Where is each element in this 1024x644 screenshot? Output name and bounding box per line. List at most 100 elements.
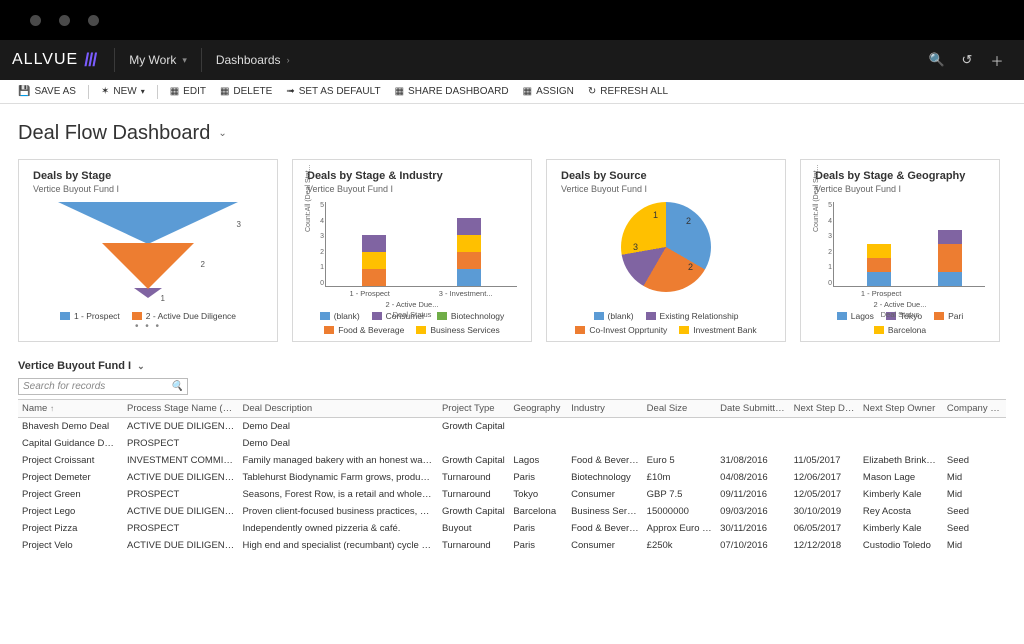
- col-stage[interactable]: Process Stage Name (St...: [123, 400, 238, 418]
- col-cstage[interactable]: Company Sta...: [943, 400, 1006, 418]
- delete-button[interactable]: ▦DELETE: [214, 84, 278, 99]
- table-row[interactable]: Project VeloACTIVE DUE DILIGENCEHigh end…: [18, 537, 1006, 554]
- cell-owner[interactable]: Kimberly Kale: [859, 486, 943, 503]
- cell-geo[interactable]: Paris: [509, 537, 567, 554]
- cell-geo[interactable]: Tokyo: [509, 486, 567, 503]
- traffic-close[interactable]: [30, 15, 41, 26]
- cell-name[interactable]: Bhavesh Demo Deal: [18, 418, 123, 436]
- cell-geo: [509, 435, 567, 452]
- nav-my-work[interactable]: My Work ▾: [119, 53, 197, 67]
- bar: [457, 218, 481, 286]
- bar-chart: Count:All (Deal Stat... 543210: [307, 202, 517, 307]
- pie-data-label: 2: [688, 262, 693, 272]
- edit-icon: ▦: [170, 86, 179, 97]
- cell-ptype: Growth Capital: [438, 503, 509, 520]
- col-ptype[interactable]: Project Type: [438, 400, 509, 418]
- refresh-label: REFRESH ALL: [600, 86, 668, 97]
- cell-name[interactable]: Project Velo: [18, 537, 123, 554]
- save-as-button[interactable]: 💾SAVE AS: [12, 84, 82, 99]
- edit-button[interactable]: ▦EDIT: [164, 84, 212, 99]
- search-icon: 🔍: [171, 381, 183, 392]
- refresh-button[interactable]: ↻REFRESH ALL: [582, 84, 674, 99]
- col-desc[interactable]: Deal Description: [238, 400, 437, 418]
- new-button[interactable]: ✶NEW▾: [95, 84, 151, 99]
- cell-ptype: Growth Capital: [438, 452, 509, 469]
- col-date[interactable]: Date Submitted...: [716, 400, 789, 418]
- cell-name[interactable]: Project Croissant: [18, 452, 123, 469]
- cell-name[interactable]: Project Green: [18, 486, 123, 503]
- sort-asc-icon: ↑: [50, 404, 54, 413]
- search-input[interactable]: Search for records 🔍: [18, 378, 188, 395]
- y-axis-label: Count:All (Deal Stat...: [305, 165, 312, 232]
- chevron-down-icon: ⌄: [137, 361, 145, 372]
- col-name[interactable]: Name ↑: [18, 400, 123, 418]
- search-icon[interactable]: 🔍: [922, 52, 952, 68]
- nav-dashboards[interactable]: Dashboards ›: [206, 53, 300, 67]
- bar-chart: Count:All (Deal Stat... 543210: [815, 202, 985, 307]
- history-icon[interactable]: ↺: [952, 52, 982, 68]
- cell-name[interactable]: Project Pizza: [18, 520, 123, 537]
- cell-geo[interactable]: Paris: [509, 469, 567, 486]
- table-row[interactable]: Project CroissantINVESTMENT COMMITTEEFam…: [18, 452, 1006, 469]
- cell-geo[interactable]: Barcelona: [509, 503, 567, 520]
- widget-deals-by-stage-geography[interactable]: Deals by Stage & Geography Vertice Buyou…: [800, 159, 1000, 342]
- cell-ind[interactable]: Food & Beverage: [567, 452, 643, 469]
- cell-nextdate: [790, 435, 859, 452]
- widget-subtitle: Vertice Buyout Fund I: [33, 184, 263, 194]
- cell-date: [716, 418, 789, 436]
- cell-owner[interactable]: Rey Acosta: [859, 503, 943, 520]
- table-row[interactable]: Project DemeterACTIVE DUE DILIGENCETable…: [18, 469, 1006, 486]
- cell-ptype: Growth Capital: [438, 418, 509, 436]
- new-icon: ✶: [101, 86, 109, 97]
- table-row[interactable]: Project LegoACTIVE DUE DILIGENCEProven c…: [18, 503, 1006, 520]
- cell-ind[interactable]: Business Services: [567, 503, 643, 520]
- col-size[interactable]: Deal Size: [643, 400, 716, 418]
- x-axis-mid-label: 2 - Active Due...: [815, 300, 985, 309]
- deals-table: Name ↑ Process Stage Name (St... Deal De…: [18, 399, 1006, 554]
- traffic-zoom[interactable]: [88, 15, 99, 26]
- widget-deals-by-source[interactable]: Deals by Source Vertice Buyout Fund I 2 …: [546, 159, 786, 342]
- traffic-minimize[interactable]: [59, 15, 70, 26]
- cell-name[interactable]: Project Lego: [18, 503, 123, 520]
- cell-owner[interactable]: Mason Lage: [859, 469, 943, 486]
- cell-owner[interactable]: Custodio Toledo: [859, 537, 943, 554]
- table-row[interactable]: Bhavesh Demo DealACTIVE DUE DILIGENCEDem…: [18, 418, 1006, 436]
- share-button[interactable]: ▦SHARE DASHBOARD: [389, 84, 515, 99]
- col-ind[interactable]: Industry: [567, 400, 643, 418]
- cell-stage: PROSPECT: [123, 435, 238, 452]
- set-default-button[interactable]: ➟SET AS DEFAULT: [280, 84, 386, 99]
- x-axis-label: Deal Status: [307, 310, 517, 319]
- cell-nextdate: 11/05/2017: [790, 452, 859, 469]
- dashboard-content: Deal Flow Dashboard ⌄ Deals by Stage Ver…: [0, 104, 1024, 644]
- funnel-data-label: 3: [237, 220, 241, 229]
- widget-deals-by-stage[interactable]: Deals by Stage Vertice Buyout Fund I 3 2…: [18, 159, 278, 342]
- cell-ind[interactable]: Food & Beverage: [567, 520, 643, 537]
- col-geo[interactable]: Geography: [509, 400, 567, 418]
- col-nextdate[interactable]: Next Step Dat...: [790, 400, 859, 418]
- table-row[interactable]: Project PizzaPROSPECTIndependently owned…: [18, 520, 1006, 537]
- cell-ind[interactable]: Biotechnology: [567, 469, 643, 486]
- cell-owner[interactable]: Kimberly Kale: [859, 520, 943, 537]
- cell-nextdate: 06/05/2017: [790, 520, 859, 537]
- more-legend-icon[interactable]: • • •: [33, 321, 263, 332]
- table-row[interactable]: Project GreenPROSPECTSeasons, Forest Row…: [18, 486, 1006, 503]
- assign-button[interactable]: ▦ASSIGN: [517, 84, 580, 99]
- cell-ind[interactable]: Consumer: [567, 537, 643, 554]
- cell-name[interactable]: Capital Guidance Demo ...: [18, 435, 123, 452]
- cell-owner[interactable]: Elizabeth Brinkman: [859, 452, 943, 469]
- cell-name[interactable]: Project Demeter: [18, 469, 123, 486]
- cell-ind[interactable]: Consumer: [567, 486, 643, 503]
- cell-stage: PROSPECT: [123, 520, 238, 537]
- col-owner[interactable]: Next Step Owner: [859, 400, 943, 418]
- table-view-name[interactable]: Vertice Buyout Fund I ⌄: [18, 360, 1006, 372]
- page-title[interactable]: Deal Flow Dashboard ⌄: [18, 122, 1006, 145]
- add-icon[interactable]: ＋: [982, 51, 1012, 70]
- widget-deals-by-stage-industry[interactable]: Deals by Stage & Industry Vertice Buyout…: [292, 159, 532, 342]
- table-row[interactable]: Capital Guidance Demo ...PROSPECTDemo De…: [18, 435, 1006, 452]
- cell-geo[interactable]: Paris: [509, 520, 567, 537]
- y-axis-ticks: 543210: [312, 202, 324, 287]
- cell-geo[interactable]: Lagos: [509, 452, 567, 469]
- search-placeholder: Search for records: [23, 381, 105, 392]
- save-icon: 💾: [18, 86, 30, 97]
- x-axis-label: Deal Status: [815, 310, 985, 319]
